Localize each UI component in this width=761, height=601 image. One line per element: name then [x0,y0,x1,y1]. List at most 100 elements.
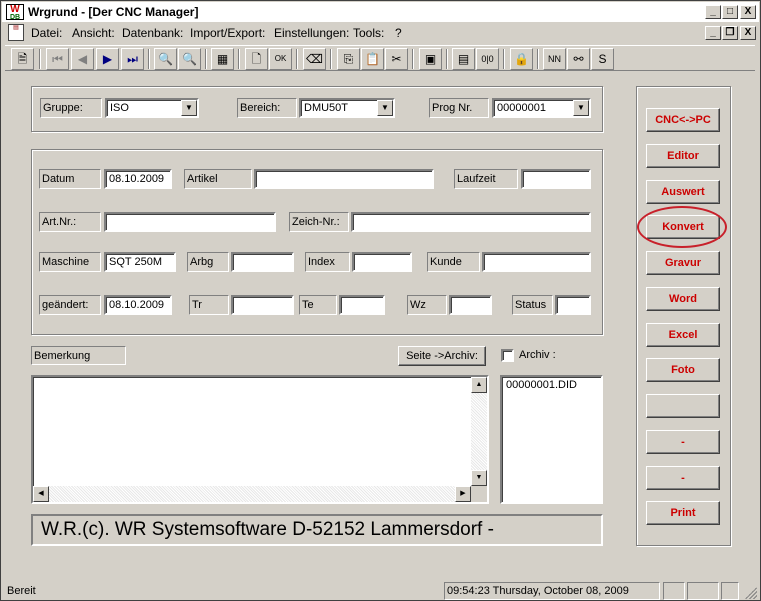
zeich-nr-field[interactable] [351,212,591,232]
menu-help[interactable]: ? [395,26,402,40]
first-record-icon[interactable]: ⏮ [46,48,69,70]
horizontal-scrollbar[interactable]: ◀ ▶ [33,486,471,502]
archiv-checkbox[interactable] [501,349,514,362]
menu-datenbank[interactable]: Datenbank: [122,26,183,40]
archive-listbox[interactable]: 00000001.DID [500,375,603,504]
app-icon[interactable]: W DB [6,4,24,21]
new-document-icon[interactable]: 🗋 [245,48,268,70]
cnc-pc-button[interactable]: CNC<->PC [646,108,720,132]
print-button[interactable]: Print [646,501,720,525]
wz-field[interactable] [449,295,492,315]
seite-archiv-button[interactable]: Seite ->Archiv: [398,346,486,366]
toolbar: 🗎 ⏮ ◀ ▶ ⏭ 🔍 🔍 ▦ 🗋 OK ⌫ ⎘ 📋 ✂ ▣ ▤ 0|0 🔒 N… [5,45,755,71]
dash-button-1[interactable]: - [646,430,720,454]
arbg-field[interactable] [231,252,294,272]
resize-grip-icon[interactable] [745,587,757,599]
archiv-label: Archiv : [519,349,556,361]
next-record-icon[interactable]: ▶ [96,48,119,70]
menu-ansicht[interactable]: Ansicht: [72,26,115,40]
chevron-down-icon[interactable]: ▼ [181,100,197,116]
last-record-icon[interactable]: ⏭ [121,48,144,70]
menu-tools[interactable]: Tools: [353,26,384,40]
chevron-down-icon[interactable]: ▼ [573,100,589,116]
scroll-right-icon[interactable]: ▶ [455,486,471,502]
blank-button[interactable] [646,394,720,418]
copyright-banner: W.R.(c). WR Systemsoftware D-52152 Lamme… [31,514,603,546]
te-field[interactable] [339,295,385,315]
maximize-button[interactable]: □ [722,5,738,19]
mdi-restore-button[interactable]: ❐ [722,26,738,40]
list-item[interactable]: 00000001.DID [506,379,577,391]
bereich-select[interactable]: DMU50T ▼ [299,98,395,118]
nn-icon[interactable]: NN [543,48,566,70]
scroll-left-icon[interactable]: ◀ [33,486,49,502]
paste-icon[interactable]: 📋 [361,48,384,70]
calculator-icon[interactable]: ▦ [211,48,234,70]
cut-icon[interactable]: ✂ [385,48,408,70]
status-panel-1 [663,582,685,600]
status-panel-3 [721,582,739,600]
copy-icon[interactable]: ⎘ [337,48,360,70]
mdi-document-icon[interactable]: ▤ [8,24,24,41]
laufzeit-field[interactable] [521,169,591,189]
vertical-scrollbar[interactable]: ▲ ▼ [471,377,487,486]
menu-import-export[interactable]: Import/Export: [190,26,265,40]
maschine-field[interactable]: SQT 250M [104,252,176,272]
bemerkung-textarea[interactable]: ▲ ▼ ◀ ▶ [31,375,489,504]
dash-button-2[interactable]: - [646,466,720,490]
binoculars-icon[interactable]: ⚯ [567,48,590,70]
kunde-field[interactable] [482,252,591,272]
status-bar: Bereit 09:54:23 Thursday, October 08, 20… [2,580,759,600]
foto-button[interactable]: Foto [646,358,720,382]
document-icon[interactable]: 🗎 [11,48,34,70]
arbg-label: Arbg [187,252,229,272]
grid-icon[interactable]: ▤ [452,48,475,70]
menu-einstellungen[interactable]: Einstellungen: [274,26,349,40]
te-label: Te [299,295,337,315]
s-icon[interactable]: S [591,48,614,70]
database-icon[interactable]: ▣ [419,48,442,70]
konvert-highlight-ring [637,206,727,248]
scroll-up-icon[interactable]: ▲ [471,377,487,393]
artikel-field[interactable] [254,169,434,189]
laufzeit-label: Laufzeit [454,169,518,189]
word-button[interactable]: Word [646,287,720,311]
zeich-nr-label: Zeich-Nr.: [289,212,349,232]
ok-icon[interactable]: OK [269,48,292,70]
mdi-close-button[interactable]: X [740,26,756,40]
minimize-button[interactable]: _ [705,5,721,19]
mdi-minimize-button[interactable]: _ [705,26,721,40]
status-label: Status [512,295,553,315]
gravur-button[interactable]: Gravur [646,251,720,275]
zoom-in-icon[interactable]: 🔍 [154,48,177,70]
status-clock: 09:54:23 Thursday, October 08, 2009 [444,582,660,600]
menu-datei[interactable]: Datei: [31,26,62,40]
prev-record-icon[interactable]: ◀ [71,48,94,70]
index-label: Index [305,252,350,272]
title-bar[interactable]: W DB Wrgrund - [Der CNC Manager] _ □ X [2,2,759,22]
excel-button[interactable]: Excel [646,323,720,347]
datum-field[interactable]: 08.10.2009 [104,169,172,189]
status-field[interactable] [555,295,591,315]
art-nr-field[interactable] [104,212,276,232]
status-text: Bereit [7,585,36,597]
tr-field[interactable] [231,295,294,315]
chevron-down-icon[interactable]: ▼ [377,100,393,116]
zoom-out-icon[interactable]: 🔍 [178,48,201,70]
editor-button[interactable]: Editor [646,144,720,168]
lock-icon[interactable]: 🔒 [510,48,533,70]
compare-icon[interactable]: 0|0 [476,48,499,70]
index-field[interactable] [352,252,412,272]
status-panel-2 [687,582,719,600]
eraser-icon[interactable]: ⌫ [303,48,326,70]
geaendert-field[interactable]: 08.10.2009 [104,295,172,315]
close-button[interactable]: X [740,5,756,19]
gruppe-select[interactable]: ISO ▼ [105,98,199,118]
menu-bar: ▤ Datei: Ansicht: Datenbank: Import/Expo… [2,23,759,43]
maschine-label: Maschine [39,252,101,272]
scroll-down-icon[interactable]: ▼ [471,470,487,486]
prog-nr-label: Prog Nr. [429,98,489,118]
artikel-label: Artikel [184,169,252,189]
prog-nr-select[interactable]: 00000001 ▼ [492,98,591,118]
auswert-button[interactable]: Auswert [646,180,720,204]
